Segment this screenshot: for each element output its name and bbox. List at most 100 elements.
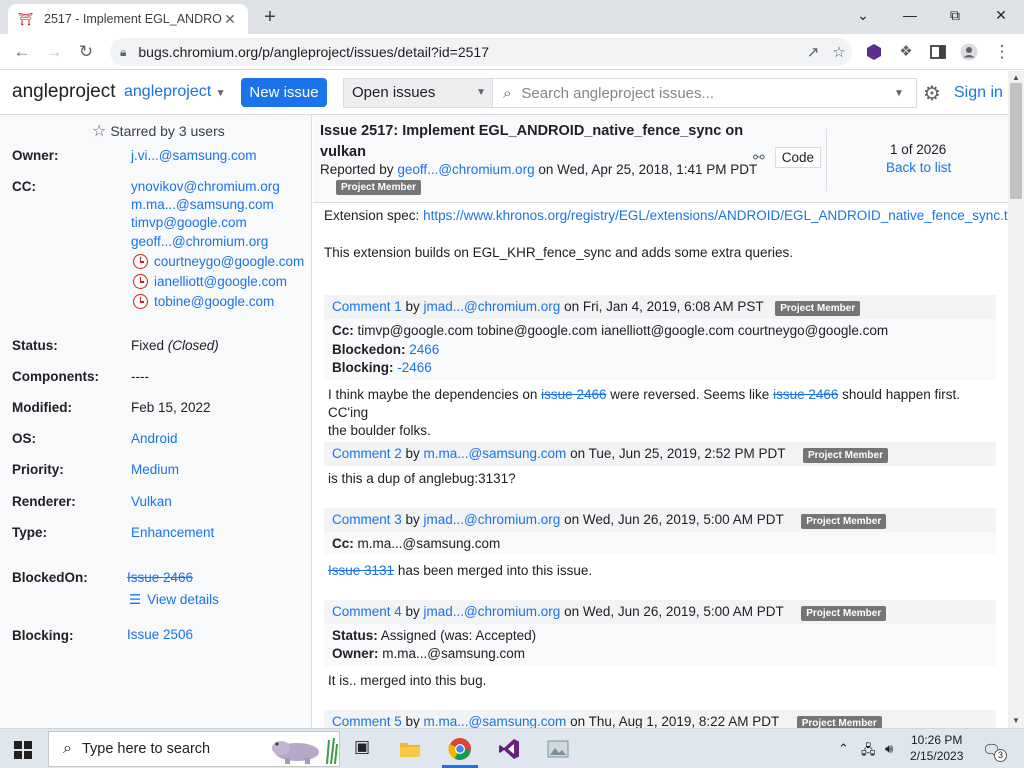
cc-link[interactable]: m.ma...@samsung.com bbox=[131, 197, 274, 212]
reporter-link[interactable]: geoff...@chromium.org bbox=[397, 162, 534, 177]
taskbar-clock[interactable]: 10:26 PM 2/15/2023 bbox=[910, 732, 963, 764]
amendment-issue-link[interactable]: -2466 bbox=[397, 360, 432, 375]
profile-avatar-icon[interactable] bbox=[960, 43, 978, 61]
comment-number-link[interactable]: Comment 3 bbox=[332, 512, 402, 527]
issue-link[interactable]: issue 2466 bbox=[541, 387, 606, 402]
taskbar-search-box[interactable]: ⌕ Type here to search bbox=[48, 731, 340, 767]
link-icon[interactable]: ⚯ bbox=[753, 149, 765, 166]
visual-studio-icon[interactable] bbox=[497, 737, 521, 761]
view-details-link[interactable]: ☰ View details bbox=[129, 592, 219, 608]
os-link[interactable]: Android bbox=[131, 431, 178, 446]
url-text[interactable]: bugs.chromium.org/p/angleproject/issues/… bbox=[138, 44, 800, 60]
search-input[interactable]: Search angleproject issues... bbox=[521, 85, 894, 102]
gear-icon[interactable]: ⚙ bbox=[923, 81, 941, 106]
cc-link[interactable]: tobine@google.com bbox=[154, 294, 274, 309]
blocking-link[interactable]: Issue 2506 bbox=[127, 627, 193, 642]
share-icon[interactable]: ↗ bbox=[800, 43, 826, 61]
forward-arrow-icon[interactable]: → bbox=[42, 40, 66, 64]
browser-tab[interactable]: ⛩ 2517 - Implement EGL_ANDROID ✕ bbox=[8, 4, 248, 34]
file-explorer-icon[interactable] bbox=[398, 737, 422, 761]
comment-author-link[interactable]: m.ma...@samsung.com bbox=[424, 714, 567, 728]
project-member-badge: Project Member bbox=[802, 448, 888, 463]
windows-start-icon[interactable] bbox=[14, 741, 32, 759]
amendment-owner: Owner: m.ma...@samsung.com bbox=[332, 646, 525, 661]
new-tab-button[interactable]: + bbox=[258, 6, 282, 28]
comment-meta: Comment 5 by m.ma...@samsung.com on Thu,… bbox=[332, 714, 882, 728]
reload-icon[interactable]: ↻ bbox=[74, 40, 98, 64]
sign-in-link[interactable]: Sign in bbox=[954, 84, 1003, 102]
restore-window-button[interactable]: ⧉ bbox=[940, 4, 970, 26]
taskbar-search-input[interactable]: Type here to search bbox=[82, 741, 267, 757]
renderer-label: Renderer: bbox=[12, 494, 76, 509]
renderer-link[interactable]: Vulkan bbox=[131, 494, 172, 509]
code-label[interactable]: Code bbox=[774, 146, 822, 168]
volume-icon[interactable]: 🔊︎ bbox=[885, 741, 893, 757]
scroll-down-arrow-icon[interactable]: ▼ bbox=[1012, 716, 1020, 725]
comment-author-link[interactable]: jmad...@chromium.org bbox=[424, 604, 561, 619]
search-options-caret-icon[interactable]: ▼ bbox=[894, 88, 916, 99]
action-center[interactable]: 🗨︎ 3 bbox=[982, 741, 1007, 762]
minimize-window-button[interactable]: — bbox=[895, 4, 925, 26]
comment-number-link[interactable]: Comment 5 bbox=[332, 714, 402, 728]
image-viewer-icon[interactable] bbox=[546, 737, 570, 761]
show-hidden-icons-chevron-icon[interactable]: ⌃ bbox=[838, 741, 849, 757]
issue-link[interactable]: Issue 3131 bbox=[328, 563, 394, 578]
browser-menu-icon[interactable]: ⋮ bbox=[990, 40, 1014, 64]
comment-number-link[interactable]: Comment 2 bbox=[332, 446, 402, 461]
issue-scope-select[interactable]: Open issues ▼ bbox=[343, 78, 492, 108]
amendment-issue-link[interactable]: 2466 bbox=[409, 342, 439, 357]
priority-label: Priority: bbox=[12, 462, 64, 477]
address-bar[interactable]: 🔒︎ bugs.chromium.org/p/angleproject/issu… bbox=[110, 38, 852, 66]
issue-search-box[interactable]: ⌕ Search angleproject issues... ▼ bbox=[492, 78, 917, 108]
back-to-list-link[interactable]: Back to list bbox=[886, 160, 951, 175]
cc-item-inactive[interactable]: courtneygo@google.com bbox=[133, 254, 304, 269]
cc-label: CC: bbox=[12, 179, 36, 194]
comment-body: It is.. merged into this bug. bbox=[328, 673, 487, 688]
star-icon[interactable]: ☆ bbox=[92, 123, 106, 140]
side-panel-icon[interactable] bbox=[929, 43, 947, 61]
close-window-button[interactable]: ✕ bbox=[986, 4, 1016, 26]
project-title[interactable]: angleproject bbox=[12, 81, 116, 103]
extensions-puzzle-icon[interactable]: ❖ bbox=[894, 40, 918, 64]
back-arrow-icon[interactable]: ← bbox=[10, 40, 34, 64]
priority-link[interactable]: Medium bbox=[131, 462, 179, 477]
project-member-badge: Project Member bbox=[336, 180, 422, 195]
cc-link[interactable]: ianelliott@google.com bbox=[154, 274, 287, 289]
star-toggle[interactable]: ☆ Starred by 3 users bbox=[92, 121, 225, 141]
comment-text: I think maybe the dependencies on bbox=[328, 387, 538, 402]
scrollbar-thumb[interactable] bbox=[1010, 83, 1022, 199]
comment-date: on Tue, Jun 25, 2019, 2:52 PM PDT bbox=[570, 446, 786, 461]
scroll-up-arrow-icon[interactable]: ▲ bbox=[1012, 73, 1020, 82]
issue-title: Issue 2517: Implement EGL_ANDROID_native… bbox=[320, 123, 744, 160]
project-selector[interactable]: angleproject ▼ bbox=[124, 83, 226, 101]
owner-link[interactable]: j.vi...@samsung.com bbox=[131, 148, 257, 163]
comment-author-link[interactable]: jmad...@chromium.org bbox=[424, 299, 561, 314]
network-icon[interactable]: 🖧︎ bbox=[861, 741, 876, 763]
issue-count: 1 of 2026 bbox=[890, 142, 947, 157]
chrome-browser-icon[interactable] bbox=[448, 737, 472, 761]
comment-author-link[interactable]: jmad...@chromium.org bbox=[424, 512, 561, 527]
type-link[interactable]: Enhancement bbox=[131, 525, 214, 540]
cc-item-inactive[interactable]: tobine@google.com bbox=[133, 294, 274, 309]
close-tab-icon[interactable]: ✕ bbox=[222, 11, 238, 27]
tab-search-chevron-icon[interactable]: ⌄ bbox=[848, 4, 878, 26]
task-view-icon[interactable]: ▣ bbox=[350, 737, 374, 761]
blockedon-link[interactable]: Issue 2466 bbox=[127, 570, 193, 585]
issue-link[interactable]: issue 2466 bbox=[773, 387, 838, 402]
page-scrollbar[interactable]: ▲ ▼ bbox=[1008, 71, 1024, 728]
new-issue-button[interactable]: New issue bbox=[241, 78, 327, 107]
extension-spec-link[interactable]: https://www.khronos.org/registry/EGL/ext… bbox=[423, 208, 1018, 223]
comment-author-link[interactable]: m.ma...@samsung.com bbox=[424, 446, 567, 461]
cc-link[interactable]: courtneygo@google.com bbox=[154, 254, 304, 269]
caret-down-icon: ▼ bbox=[476, 87, 486, 98]
comment-number-link[interactable]: Comment 1 bbox=[332, 299, 402, 314]
bookmark-star-icon[interactable]: ☆ bbox=[826, 43, 852, 61]
cc-item-inactive[interactable]: ianelliott@google.com bbox=[133, 274, 287, 289]
extension-hexagon-icon[interactable] bbox=[865, 43, 883, 61]
comment-number-link[interactable]: Comment 4 bbox=[332, 604, 402, 619]
code-button[interactable]: ⚯ Code bbox=[753, 146, 822, 168]
cc-link[interactable]: timvp@google.com bbox=[131, 215, 247, 230]
cc-link[interactable]: ynovikov@chromium.org bbox=[131, 179, 280, 194]
cc-link[interactable]: geoff...@chromium.org bbox=[131, 234, 268, 249]
comment-date: on Fri, Jan 4, 2019, 6:08 AM PST bbox=[564, 299, 764, 314]
